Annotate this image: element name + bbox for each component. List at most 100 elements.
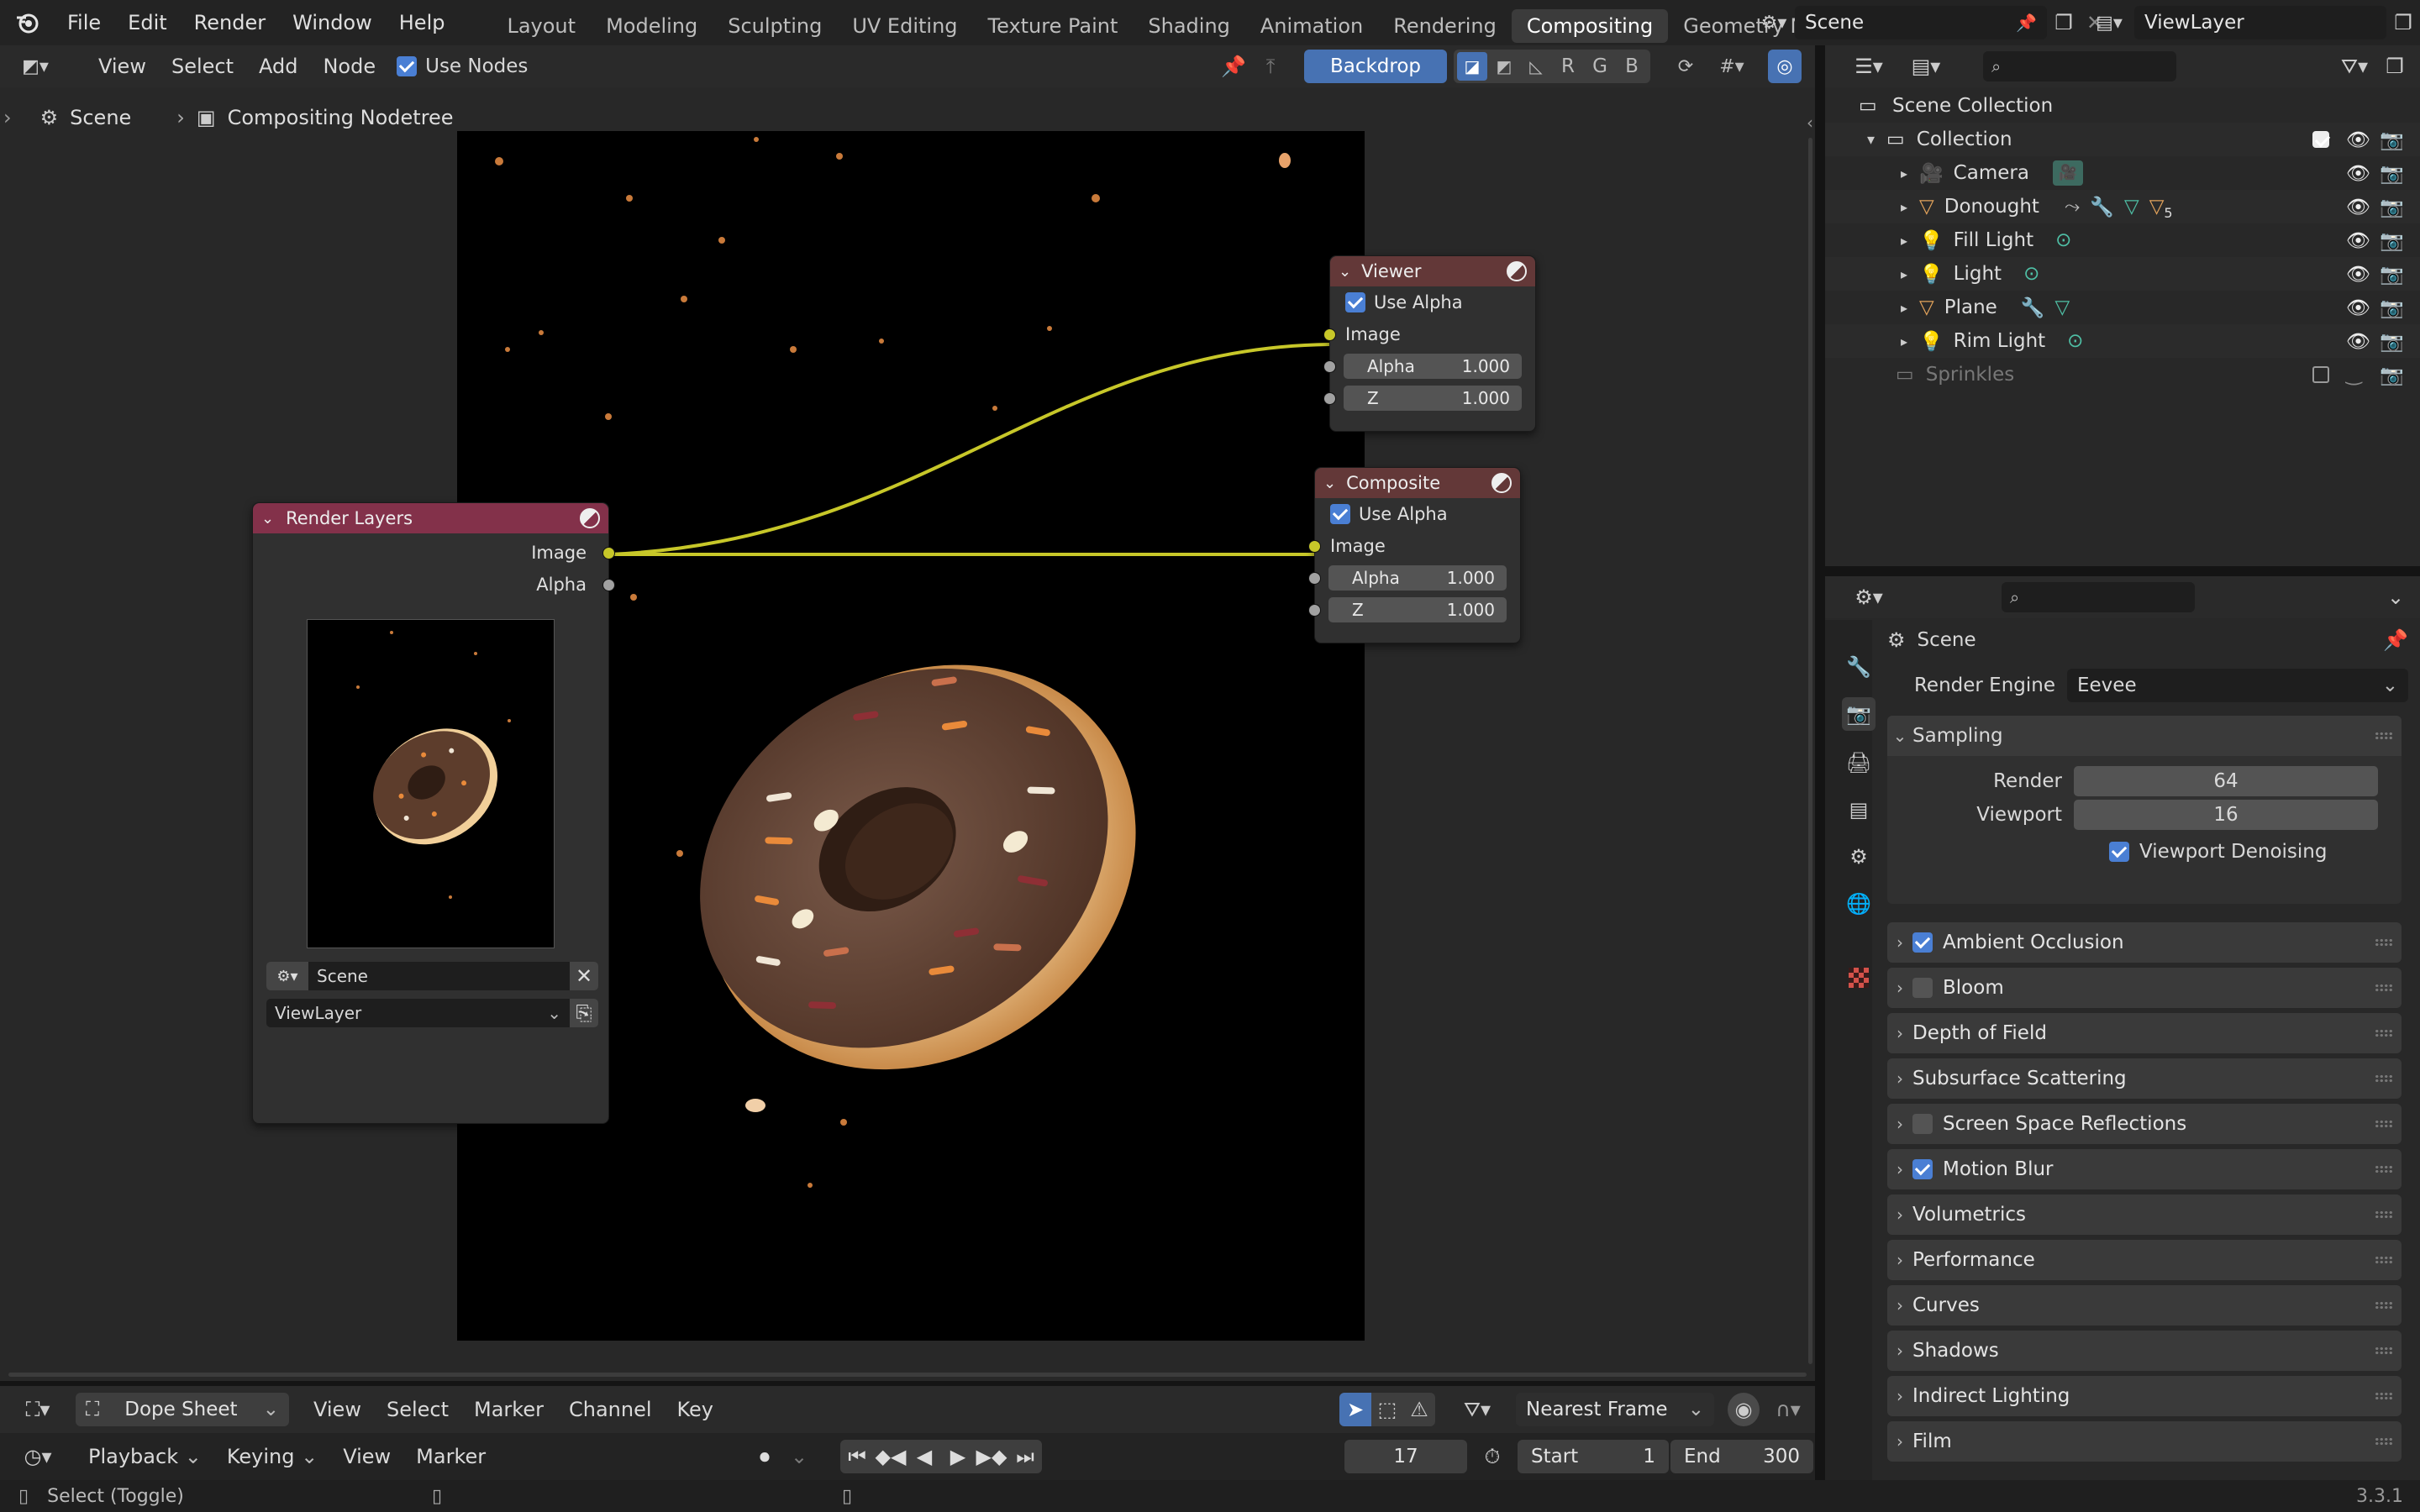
snap-icon[interactable]: #▾ [1709, 50, 1754, 83]
panel-bloom[interactable]: › Bloom [1887, 968, 2402, 1008]
viewlayer-selector[interactable]: ▤▾ ViewLayer ❐ ✕ [2084, 6, 2420, 39]
viewport-denoising-checkbox[interactable] [2109, 842, 2129, 862]
render-icon[interactable] [1491, 473, 1512, 493]
tab-compositing[interactable]: Compositing [1511, 9, 1669, 43]
viewer-use-alpha-checkbox[interactable] [1345, 292, 1365, 312]
keying-set-dropdown-icon[interactable]: ⌄ [785, 1440, 813, 1473]
expand-arrow-icon[interactable]: ▸ [1901, 165, 1907, 181]
blender-logo-icon[interactable] [0, 0, 54, 45]
collection-exclude-checkbox[interactable] [2312, 131, 2329, 148]
composite-header[interactable]: ⌄ Composite [1315, 468, 1520, 498]
panel-grip-icon[interactable] [2375, 1392, 2393, 1400]
outliner-search-input[interactable]: ⌕ [1983, 51, 2176, 81]
panel-grip-icon[interactable] [2375, 984, 2393, 992]
horizontal-scrollbar[interactable] [8, 1373, 1807, 1377]
composite-use-alpha-row[interactable]: Use Alpha [1315, 498, 1520, 530]
panel-film[interactable]: › Film [1887, 1421, 2402, 1462]
visibility-eye-icon[interactable]: 👁 [2346, 162, 2370, 185]
scene-selector[interactable]: ⚙▾ Scene 📌 ❐ ✕ [1753, 6, 2109, 39]
dopesheet-mode-dropdown[interactable]: ⛶ Dope Sheet ⌄ [76, 1393, 289, 1426]
render-camera-icon[interactable]: 📷 [2380, 364, 2404, 386]
new-viewlayer-icon[interactable]: ❐ [2386, 6, 2420, 39]
pin-tree-icon[interactable]: 📌 [1218, 50, 1249, 83]
composite-alpha-field[interactable]: Alpha 1.000 [1328, 565, 1507, 591]
menu-file[interactable]: File [54, 0, 114, 45]
mesh-data-icon[interactable]: ▽ [2124, 196, 2139, 218]
render-layers-header[interactable]: ⌄ Render Layers [253, 503, 608, 533]
panel-ambient-occlusion[interactable]: › Ambient Occlusion [1887, 922, 2402, 963]
tab-layout[interactable]: Layout [492, 9, 591, 43]
auto-keying-icon[interactable]: ⏺ [748, 1440, 781, 1473]
outliner-row-light[interactable]: ▸ 💡 Light ⊙ 👁 📷 [1825, 257, 2420, 291]
outliner-row-fill-light[interactable]: ▸ 💡 Fill Light ⊙ 👁 📷 [1825, 223, 2420, 257]
new-collection-icon[interactable]: ❐ [2378, 50, 2412, 83]
pin-icon[interactable]: 📌 [2383, 628, 2408, 652]
render-camera-icon[interactable]: 📷 [2380, 263, 2404, 286]
dopesheet-menu-channel[interactable]: Channel [556, 1389, 665, 1431]
timeline-editor-type-icon[interactable]: ◷▾ [12, 1440, 64, 1473]
composite-image-socket[interactable] [1308, 539, 1321, 553]
timeline-menu-view[interactable]: View [330, 1436, 403, 1478]
modifier-wrench-icon[interactable]: 🔧 [2090, 196, 2114, 218]
particle-icon[interactable]: ⤳ [2065, 196, 2080, 218]
filter-icon[interactable]: ⛛▾ [2331, 50, 2378, 83]
dopesheet-editor-type-icon[interactable]: ⛶▾ [12, 1393, 64, 1426]
node-menu-node[interactable]: Node [310, 45, 388, 87]
panel-depth-of-field[interactable]: › Depth of Field [1887, 1013, 2402, 1053]
overlay-icon[interactable]: ◎ [1768, 50, 1802, 83]
node-menu-select[interactable]: Select [159, 45, 246, 87]
next-keyframe-icon[interactable]: ▶◆ [975, 1445, 1008, 1468]
panel-curves[interactable]: › Curves [1887, 1285, 2402, 1326]
viewer-header[interactable]: ⌄ Viewer [1330, 256, 1535, 286]
scene-tab-icon[interactable]: ⚙ [1842, 840, 1876, 874]
panel-performance[interactable]: › Performance [1887, 1240, 2402, 1280]
prev-keyframe-icon[interactable]: ◆◀ [874, 1445, 908, 1468]
visibility-eye-closed-icon[interactable]: ‿ [2346, 364, 2362, 386]
play-reverse-icon[interactable]: ◀ [908, 1445, 941, 1468]
panel-grip-icon[interactable] [2375, 1256, 2393, 1264]
select-tool-icon[interactable]: ➤ [1339, 1393, 1371, 1426]
panel-volumetrics[interactable]: › Volumetrics [1887, 1194, 2402, 1235]
tab-shading[interactable]: Shading [1133, 9, 1245, 43]
light-data-icon[interactable]: ⊙ [2023, 263, 2039, 285]
proportional-edit-icon[interactable]: ◉ [1728, 1393, 1760, 1426]
viewer-alpha-field[interactable]: Alpha 1.000 [1344, 354, 1522, 379]
render-layers-node[interactable]: ⌄ Render Layers Image Alpha ⚙▾ Scene ✕ V… [252, 502, 615, 1124]
render-camera-icon[interactable]: 📷 [2380, 297, 2404, 319]
sampling-render-field[interactable]: 64 [2074, 766, 2378, 796]
expand-arrow-icon[interactable]: ▸ [1901, 233, 1907, 249]
outliner[interactable]: ☰▾ ▤▾ ⌕ ⛛▾ ❐ ▭ Scene Collection ▾ ▭ Coll… [1825, 45, 2420, 566]
panel-grip-icon[interactable] [2375, 1074, 2393, 1083]
bloom-checkbox[interactable] [1912, 978, 1933, 998]
viewport-denoising-row[interactable]: Viewport Denoising [2109, 832, 2402, 872]
preview-range-icon[interactable]: ⏱ [1476, 1440, 1509, 1473]
viewer-alpha-socket[interactable] [1323, 360, 1336, 373]
tab-rendering[interactable]: Rendering [1378, 9, 1512, 43]
visibility-eye-icon[interactable]: 👁 [2346, 229, 2370, 252]
backdrop-color-icon[interactable]: ◩ [1489, 52, 1519, 81]
expand-arrow-icon[interactable]: ▸ [1901, 199, 1907, 215]
box-select-icon[interactable]: ⬚ [1371, 1393, 1403, 1426]
timeline-menu-marker[interactable]: Marker [403, 1436, 498, 1478]
viewer-image-socket[interactable] [1323, 328, 1336, 341]
composite-z-socket[interactable] [1308, 603, 1321, 617]
tab-uv-editing[interactable]: UV Editing [837, 9, 972, 43]
viewer-z-field[interactable]: Z 1.000 [1344, 386, 1522, 411]
tab-modeling[interactable]: Modeling [591, 9, 713, 43]
panel-grip-icon[interactable] [2375, 1210, 2393, 1219]
render-icon[interactable] [580, 508, 600, 528]
node-editor-canvas[interactable]: › ⚙ Scene › ▣ Compositing Nodetree ⌄ Ren… [0, 87, 1815, 1381]
collapse-icon[interactable]: ⌄ [1339, 263, 1351, 281]
playback-menu[interactable]: Playback ⌄ [76, 1436, 214, 1478]
viewer-z-socket[interactable] [1323, 391, 1336, 405]
panel-grip-icon[interactable] [2375, 1437, 2393, 1446]
viewlayer-icon[interactable]: ▤▾ [2084, 6, 2134, 39]
expand-arrow-icon[interactable]: ▸ [1901, 266, 1907, 282]
menu-window[interactable]: Window [279, 0, 386, 45]
render-camera-icon[interactable]: 📷 [2380, 196, 2404, 218]
ambient-occlusion-checkbox[interactable] [1912, 932, 1933, 953]
dopesheet-menu-view[interactable]: View [301, 1389, 374, 1431]
scene-name[interactable]: Scene [1805, 12, 1864, 34]
properties-editor-type-icon[interactable]: ⚙▾ [1845, 580, 1892, 614]
alpha-output-socket[interactable] [602, 578, 615, 591]
